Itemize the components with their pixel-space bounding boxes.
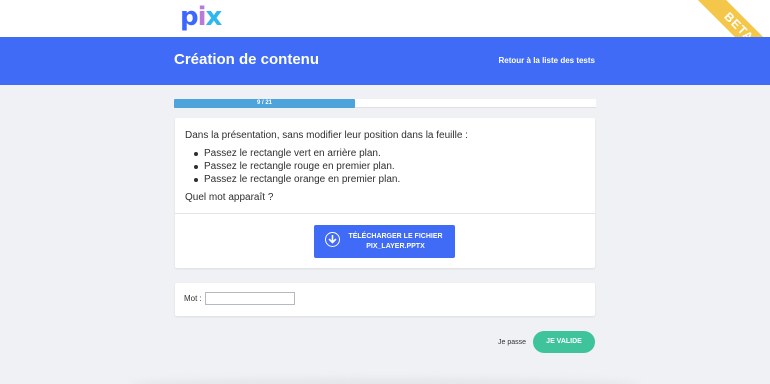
challenge-question: Quel mot apparaît ? [185,192,274,203]
challenge-step: Passez le rectangle rouge en premier pla… [194,160,585,173]
page-title: Création de contenu [174,51,320,68]
download-file-label: TÉLÉCHARGER LE FICHIER PIX_LAYER.PPTX [344,232,447,252]
download-label-line1: TÉLÉCHARGER LE FICHIER [348,233,443,240]
challenge-card: Dans la présentation, sans modifier leur… [175,118,595,268]
progress-bar: 9 / 21 [174,99,596,108]
progress-label: 9 / 21 [256,100,272,106]
challenge-statement: Dans la présentation, sans modifier leur… [175,118,595,214]
download-file-button[interactable]: TÉLÉCHARGER LE FICHIER PIX_LAYER.PPTX [314,225,455,258]
download-label-line2: PIX_LAYER.PPTX [366,243,425,250]
answer-card: Mot : [175,283,595,316]
answer-label: Mot : [184,294,202,303]
progress-fill: 9 / 21 [174,99,355,108]
logo-letter-p: p [180,2,199,32]
challenge-steps: Passez le rectangle vert en arrière plan… [185,147,585,186]
download-icon [325,232,340,247]
challenge-instruction: Dans la présentation, sans modifier leur… [185,130,468,141]
page-banner: Création de contenu Retour à la liste de… [0,37,770,85]
skip-button[interactable]: Je passe [498,339,526,346]
top-bar: pix BETA [0,0,770,80]
challenge-step: Passez le rectangle orange en premier pl… [194,173,585,186]
page-bottom-shadow [130,378,640,384]
pix-logo[interactable]: pix [180,2,223,32]
back-to-tests-link[interactable]: Retour à la liste des tests [499,56,595,65]
logo-letter-i: i [197,2,207,32]
answer-input[interactable] [205,292,295,305]
validate-button[interactable]: JE VALIDE [533,331,595,353]
logo-letter-x: x [205,2,223,32]
challenge-step: Passez le rectangle vert en arrière plan… [194,147,585,160]
